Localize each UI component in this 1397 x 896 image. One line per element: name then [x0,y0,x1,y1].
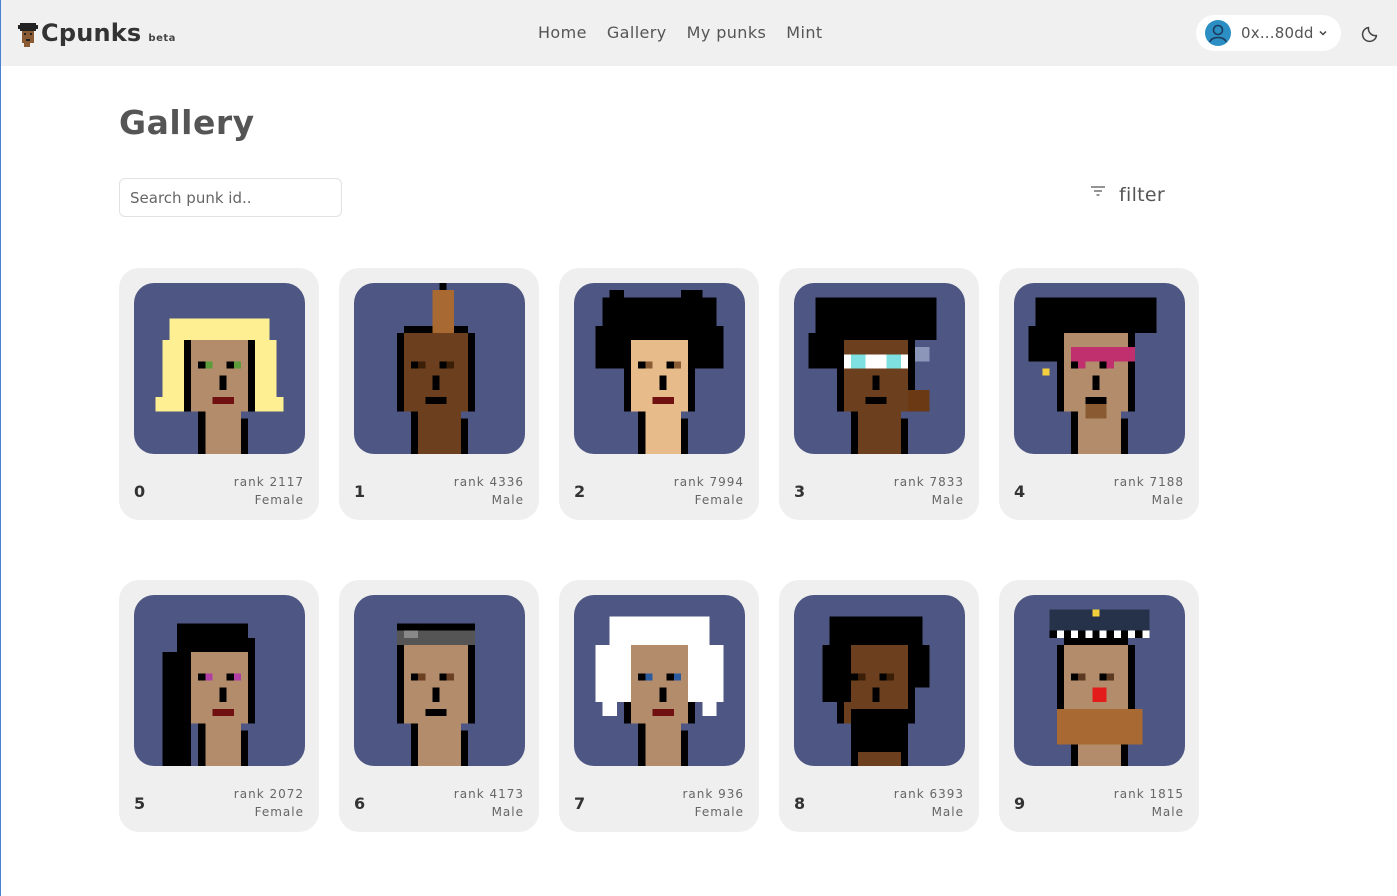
punk-id: 5 [134,794,146,813]
punk-image [1014,283,1185,454]
punk-id: 4 [1014,482,1026,501]
punk-id: 1 [354,482,366,501]
punk-pixel-art [822,616,930,766]
punk-rank: rank 4173 [453,787,524,801]
wallet-account-button[interactable]: 0x...80dd [1196,15,1341,51]
punk-id: 0 [134,482,146,501]
punk-id: 7 [574,794,586,813]
punk-pixel-art [162,623,256,766]
beta-badge: beta [148,33,176,44]
top-navbar: Cpunks beta Home Gallery My punks Mint 0… [1,0,1397,66]
punk-image [354,283,525,454]
punk-id: 2 [574,482,586,501]
punk-card[interactable]: 4 rank 7188 Male [999,268,1199,520]
punk-gender: Male [1151,493,1184,507]
chevron-down-icon [1319,30,1327,36]
punk-id: 3 [794,482,806,501]
punk-pixel-art [808,297,937,454]
punk-pixel-art [1028,297,1157,454]
punk-pixel-art [595,290,724,454]
punk-gender: Female [254,493,304,507]
punk-gender: Male [491,805,524,819]
nav-my-punks[interactable]: My punks [687,22,767,44]
punk-rank: rank 1815 [1113,787,1184,801]
punk-card[interactable]: 2 rank 7994 Female [559,268,759,520]
punk-rank: rank 4336 [453,475,524,489]
filter-label: filter [1119,184,1165,206]
punk-logo-icon [18,23,38,47]
punk-rank: rank 936 [682,787,744,801]
punk-id: 8 [794,794,806,813]
punk-pixel-art [1049,609,1150,766]
punk-image [574,283,745,454]
moon-icon[interactable] [1361,23,1381,43]
punk-gender: Male [1151,805,1184,819]
punk-card[interactable]: 7 rank 936 Female [559,580,759,832]
punk-rank: rank 2117 [233,475,304,489]
nav-gallery[interactable]: Gallery [607,22,667,44]
nav-home[interactable]: Home [538,22,587,44]
punk-rank: rank 6393 [893,787,964,801]
punk-card[interactable]: 6 rank 4173 Male [339,580,539,832]
punk-card[interactable]: 8 rank 6393 Male [779,580,979,832]
filter-button[interactable]: filter [1089,184,1165,206]
punk-rank: rank 2072 [233,787,304,801]
punk-card[interactable]: 1 rank 4336 Male [339,268,539,520]
app-name: Cpunks [41,19,142,47]
punk-gender: Male [491,493,524,507]
punk-id: 6 [354,794,366,813]
punk-image [1014,595,1185,766]
search-punk-input[interactable] [119,178,342,217]
punk-gender: Female [694,493,744,507]
user-avatar-icon [1205,20,1231,46]
punk-image [794,595,965,766]
punk-gender: Male [931,493,964,507]
punk-gender: Male [931,805,964,819]
filter-icon [1091,186,1105,196]
punk-rank: rank 7833 [893,475,964,489]
punk-rank: rank 7188 [1113,475,1184,489]
page-title: Gallery [119,103,255,142]
punk-image [354,595,525,766]
punk-image [574,595,745,766]
wallet-address: 0x...80dd [1241,24,1314,42]
punk-card[interactable]: 5 rank 2072 Female [119,580,319,832]
punk-gender: Female [694,805,744,819]
app-logo[interactable]: Cpunks beta [18,19,176,47]
punk-pixel-art [595,616,724,766]
nav-mint[interactable]: Mint [786,22,822,44]
punk-image [794,283,965,454]
punk-card[interactable]: 3 rank 7833 Male [779,268,979,520]
punk-image [134,595,305,766]
punk-pixel-art [396,623,476,766]
punk-card[interactable]: 9 rank 1815 Male [999,580,1199,832]
punk-id: 9 [1014,794,1026,813]
punk-gender: Female [254,805,304,819]
punk-rank: rank 7994 [673,475,744,489]
punk-card[interactable]: 0 rank 2117 Female [119,268,319,520]
punk-pixel-art [396,283,476,454]
punk-image [134,283,305,454]
main-nav: Home Gallery My punks Mint [538,22,843,44]
punk-pixel-art [155,318,284,454]
